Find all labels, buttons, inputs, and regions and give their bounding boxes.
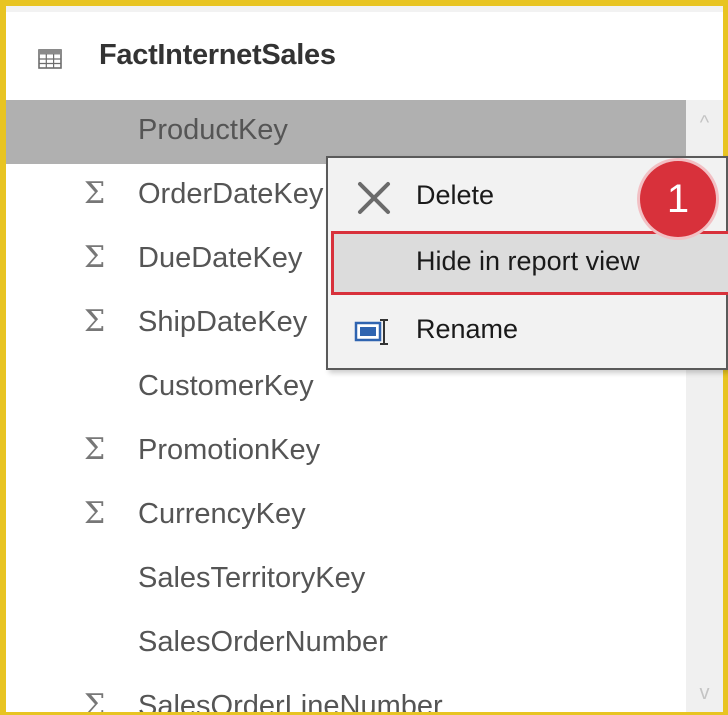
menu-item-label: Rename: [416, 314, 519, 344]
sigma-icon: Σ: [84, 240, 106, 275]
field-label: CustomerKey: [138, 370, 314, 402]
field-row-productkey[interactable]: ProductKey: [6, 100, 686, 164]
field-label: SalesOrderNumber: [138, 626, 388, 658]
callout-number-badge: 1: [640, 161, 716, 237]
field-row-salesordernumber[interactable]: SalesOrderNumber: [6, 612, 686, 676]
table-name: FactInternetSales: [99, 39, 336, 71]
field-row-promotionkey[interactable]: Σ PromotionKey: [6, 420, 686, 484]
sigma-icon: Σ: [84, 304, 106, 339]
menu-item-hide-in-report-view[interactable]: Hide in report view: [331, 231, 728, 295]
field-row-salesterritorykey[interactable]: SalesTerritoryKey: [6, 548, 686, 612]
menu-item-rename[interactable]: Rename: [328, 298, 726, 364]
scroll-up-arrow-icon[interactable]: ^: [686, 112, 723, 136]
menu-item-label: Delete: [416, 180, 495, 210]
field-label: CurrencyKey: [138, 498, 306, 530]
field-label: ProductKey: [138, 114, 288, 146]
delete-x-icon: [358, 182, 390, 214]
sigma-icon: Σ: [84, 176, 106, 211]
sigma-icon: Σ: [84, 496, 106, 531]
field-label: OrderDateKey: [138, 178, 324, 210]
table-header[interactable]: FactInternetSales: [6, 12, 723, 100]
field-label: DueDateKey: [138, 242, 303, 274]
sigma-icon: Σ: [84, 432, 106, 467]
rename-icon: [354, 319, 388, 345]
field-row-currencykey[interactable]: Σ CurrencyKey: [6, 484, 686, 548]
field-label: SalesOrderLineNumber: [138, 690, 443, 712]
menu-item-label: Hide in report view: [416, 246, 640, 276]
field-label: PromotionKey: [138, 434, 321, 466]
table-grid-icon: [38, 49, 62, 69]
field-row-salesorderlinenumber[interactable]: Σ SalesOrderLineNumber: [6, 676, 686, 712]
field-label: ShipDateKey: [138, 306, 308, 338]
sigma-icon: Σ: [84, 688, 106, 712]
field-label: SalesTerritoryKey: [138, 562, 366, 594]
scroll-down-arrow-icon[interactable]: v: [686, 682, 723, 706]
